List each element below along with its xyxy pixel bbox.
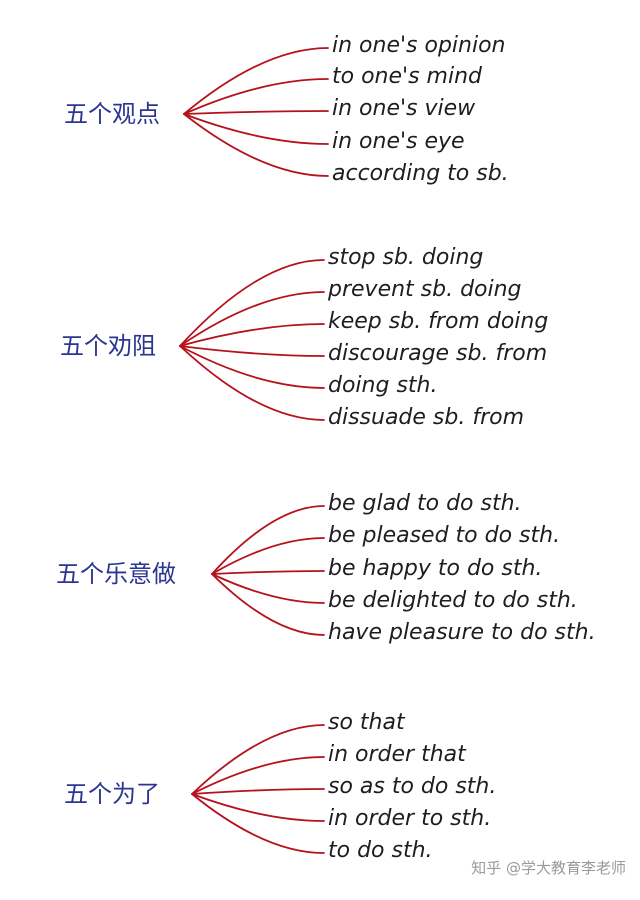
connector-line-g1-5 [183,113,329,177]
phrase-item: be pleased to do sth. [328,523,561,548]
phrase-item: discourage sb. from [328,341,548,366]
phrase-item: be happy to do sth. [328,556,543,581]
phrase-item: doing sth. [328,373,438,398]
connector-line-g4-5 [191,793,325,854]
phrase-item: so that [328,710,405,735]
group-label-viewpoints: 五个观点 [64,100,160,128]
connector-line-g3-5 [211,573,325,636]
connector-lines [179,47,329,854]
phrase-item: in order that [328,742,466,767]
connector-line-g4-4 [191,793,325,822]
connector-line-g3-3 [211,570,325,575]
phrase-item: dissuade sb. from [328,405,525,430]
phrase-item: keep sb. from doing [328,309,549,334]
connector-line-g4-3 [191,788,325,795]
group-label-willing: 五个乐意做 [56,560,176,588]
phrase-item: to one's mind [332,64,482,89]
connector-line-g2-5 [179,345,325,389]
phrase-item: in one's opinion [332,33,506,58]
phrase-item: stop sb. doing [328,245,484,270]
phrase-item: be delighted to do sth. [328,588,578,613]
group-label-dissuade: 五个劝阻 [60,332,156,360]
phrase-item: in one's view [332,96,476,121]
phrase-item: have pleasure to do sth. [328,620,596,645]
phrase-item: to do sth. [328,838,433,863]
phrase-item: be glad to do sth. [328,491,522,516]
phrase-item: according to sb. [332,161,509,186]
group-label-purpose: 五个为了 [64,780,160,808]
connector-line-g2-3 [179,323,325,347]
connector-line-g2-4 [179,345,325,357]
watermark: 知乎 @学大教育李老师 [471,859,626,877]
phrase-item: prevent sb. doing [328,277,522,302]
phrase-item: in order to sth. [328,806,492,831]
connector-line-g2-2 [179,291,325,347]
phrase-item: so as to do sth. [328,774,497,799]
phrase-item: in one's eye [332,129,465,154]
connector-line-g1-3 [183,110,329,115]
